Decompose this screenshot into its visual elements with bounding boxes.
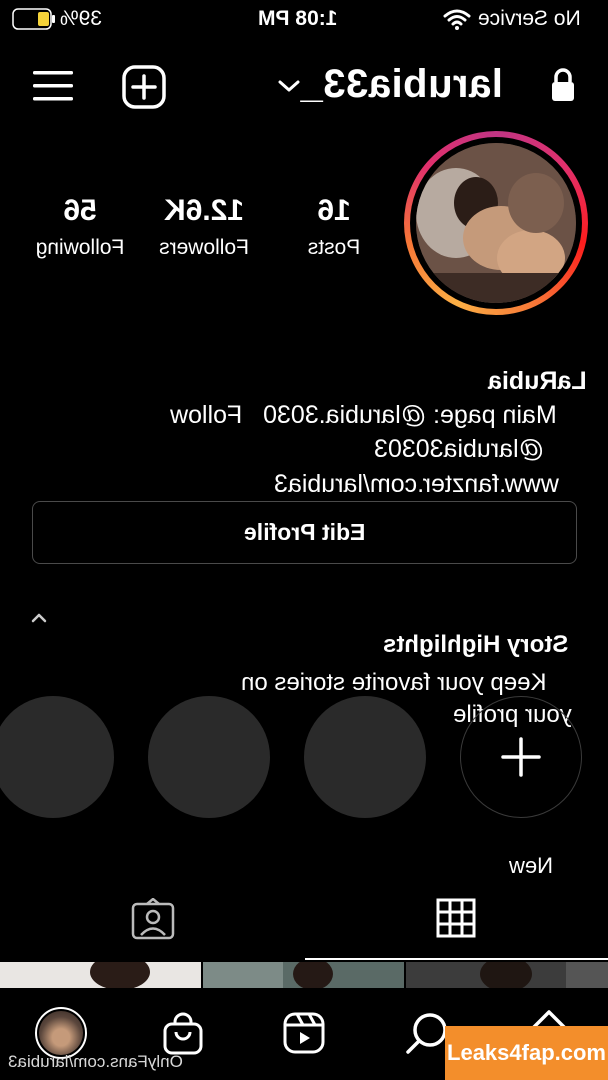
stat-posts[interactable]: 16 Posts — [286, 194, 382, 260]
highlight-placeholder[interactable] — [304, 696, 426, 818]
leaks4fap-watermark: Leaks4fap.com — [445, 1026, 608, 1080]
tagged-person-icon[interactable] — [131, 897, 175, 945]
battery-icon — [12, 8, 56, 30]
plus-icon — [501, 737, 541, 777]
avatar-photo — [416, 143, 576, 303]
chevron-down-icon[interactable] — [277, 78, 301, 99]
reels-icon[interactable] — [283, 1012, 325, 1059]
edit-profile-button[interactable]: Edit Profile — [32, 501, 577, 564]
new-highlight-label: New — [509, 853, 554, 878]
collapse-chevron-icon[interactable] — [30, 611, 48, 629]
bio-link[interactable]: www.fanzter.com/larubia3 — [260, 441, 559, 499]
wifi-icon — [443, 8, 471, 35]
carrier-label: No Service — [478, 7, 581, 30]
lock-icon — [550, 67, 576, 108]
post-thumbnail[interactable] — [0, 962, 201, 988]
onlyfans-watermark: OnlyFans.com/larubia3 — [8, 1052, 183, 1071]
profile-username[interactable]: larubia33_ — [300, 62, 503, 107]
status-time: 1:08 PM — [258, 7, 338, 30]
highlight-placeholder[interactable] — [0, 696, 114, 818]
stat-following[interactable]: 56 Following — [14, 194, 146, 260]
profile-avatar[interactable] — [404, 131, 588, 315]
status-bar: 39% 1:08 PM No Service — [0, 0, 608, 40]
battery-percent: 39% — [60, 7, 103, 30]
active-tab-indicator — [305, 958, 608, 960]
search-icon[interactable] — [404, 1010, 450, 1061]
new-highlight-button[interactable] — [460, 696, 582, 818]
hamburger-menu-icon[interactable] — [33, 68, 73, 109]
post-thumbnail[interactable] — [406, 962, 608, 988]
highlight-placeholder[interactable] — [148, 696, 270, 818]
post-thumbnail[interactable] — [203, 962, 404, 988]
grid-icon[interactable] — [436, 898, 476, 943]
stat-followers[interactable]: 12.6K Followers — [142, 194, 266, 260]
plus-square-icon[interactable] — [122, 65, 166, 114]
